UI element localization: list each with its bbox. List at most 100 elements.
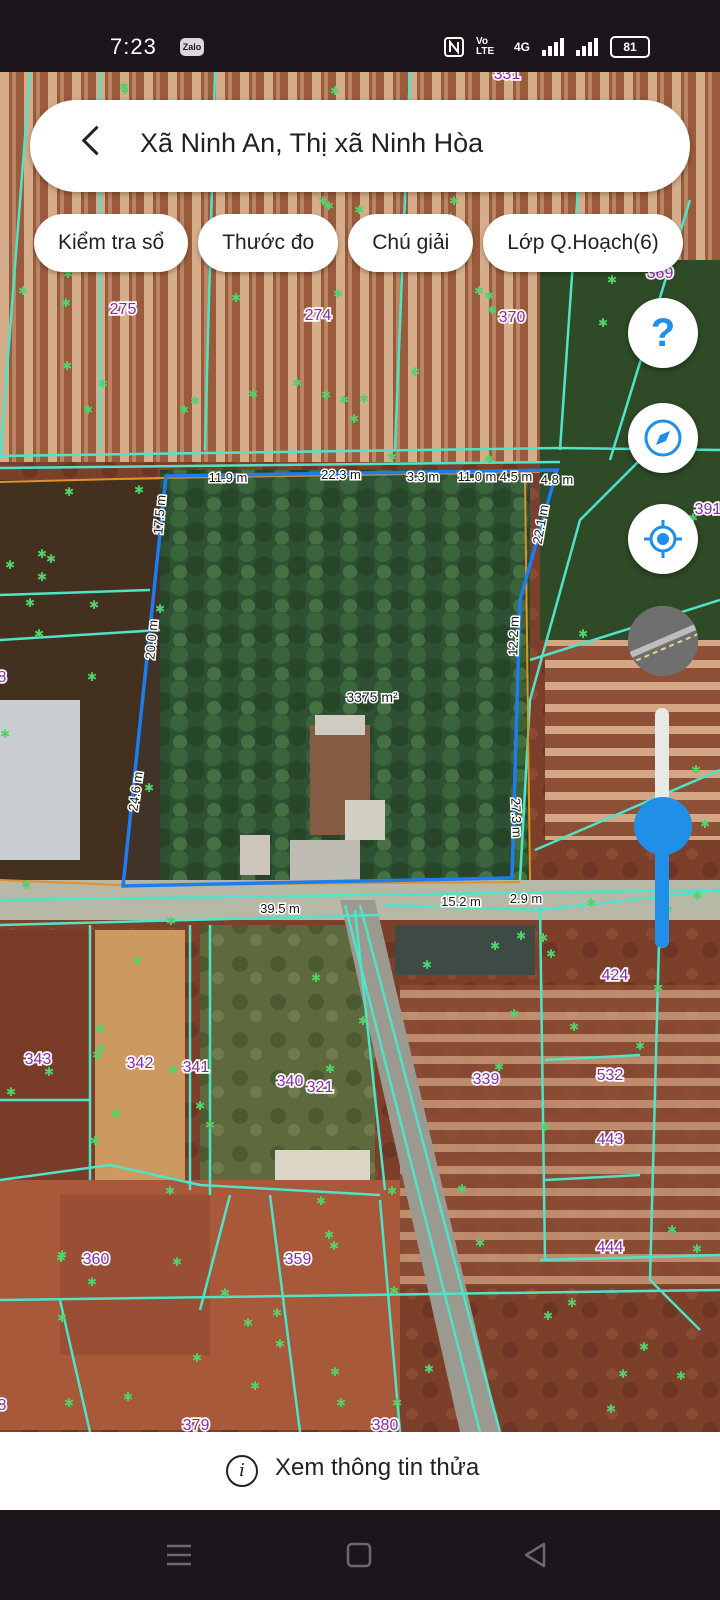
parcel-number[interactable]: 331 [492, 72, 522, 85]
status-time: 7:23 [110, 34, 157, 59]
parcel-number[interactable]: 443 [595, 1129, 625, 1150]
nfc-icon [443, 37, 464, 57]
zoom-slider-handle[interactable] [634, 796, 692, 855]
plant-marker: ✱ [389, 1284, 399, 1298]
plant-marker: ✱ [474, 284, 484, 298]
plant-marker: ✱ [324, 1228, 334, 1242]
parcel-number[interactable]: 8 [0, 1395, 8, 1416]
plant-marker: ✱ [134, 483, 144, 497]
plant-marker: ✱ [6, 1085, 16, 1099]
plant-marker: ✱ [21, 878, 31, 892]
parcel-number[interactable]: 424 [600, 965, 630, 986]
parcel-number[interactable]: 379 [181, 1415, 211, 1432]
plant-marker: ✱ [132, 954, 142, 968]
status-bar: 7:23 Zalo Vo LTE 4G 81 [0, 0, 720, 72]
menu-icon[interactable] [166, 1542, 192, 1568]
map-canvas[interactable]: ✱ ✱ ✱ ✱ ✱ ✱ ✱ ✱ ✱ ✱ ✱ ✱ ✱ ✱ ✱ ✱ ✱ ✱ ✱ ✱ ✱ ✱ ✱ ✱ ✱ ✱ ✱ ✱ ✱ ✱ ✱ ✱ ✱ ✱ ✱ ✱ ✱ ✱ ✱ ✱… [0, 72, 720, 1432]
parcel-number[interactable]: 339 [471, 1069, 501, 1090]
parcel-number[interactable]: 370 [497, 307, 527, 328]
help-button[interactable]: ? [628, 298, 698, 368]
parcel-number[interactable]: 359 [283, 1249, 313, 1270]
plant-marker: ✱ [639, 1340, 649, 1354]
locate-button[interactable] [628, 504, 698, 574]
parcel-number[interactable]: 274 [303, 305, 333, 326]
plant-marker: ✱ [692, 1242, 702, 1256]
selected-parcel-boundary[interactable] [121, 468, 560, 888]
parcel-number[interactable]: 342 [125, 1053, 155, 1074]
parcel-number[interactable]: 8 [0, 667, 8, 688]
parcel-number[interactable]: 321 [305, 1077, 335, 1098]
plant-marker: ✱ [166, 914, 176, 928]
back-icon[interactable] [81, 125, 112, 156]
edge-length-label: 11.9 m [209, 470, 248, 485]
toolbar-chips: Kiểm tra sổ Thước đo Chú giải Lớp Q.Hoạc… [34, 214, 683, 272]
system-nav-bar [0, 1510, 720, 1600]
plant-marker: ✱ [424, 1362, 434, 1376]
plant-marker: ✱ [111, 1107, 121, 1121]
back-nav-icon[interactable] [522, 1542, 548, 1568]
plant-marker: ✱ [61, 296, 71, 310]
signal-icon-2 [576, 38, 598, 56]
plant-marker: ✱ [700, 817, 710, 831]
parcel-number[interactable]: 343 [23, 1049, 53, 1070]
plant-marker: ✱ [155, 602, 165, 616]
zalo-icon: Zalo [180, 38, 204, 56]
chip-legend[interactable]: Chú giải [348, 214, 474, 272]
parcel-area-label: 3375 m² [346, 689, 398, 705]
plant-marker: ✱ [64, 485, 74, 499]
plant-marker: ✱ [567, 1296, 577, 1310]
plant-marker: ✱ [248, 387, 258, 401]
plant-marker: ✱ [546, 947, 556, 961]
status-right: Vo LTE 4G 81 [443, 36, 650, 58]
parcel-number[interactable]: 275 [108, 299, 138, 320]
plant-marker: ✱ [57, 1311, 67, 1325]
plant-marker: ✱ [586, 896, 596, 910]
parcel-info-bar[interactable]: i Xem thông tin thửa [0, 1432, 720, 1510]
plant-marker: ✱ [316, 1194, 326, 1208]
plant-marker: ✱ [330, 84, 340, 98]
plant-marker: ✱ [192, 1351, 202, 1365]
plant-marker: ✱ [95, 1022, 105, 1036]
network-type: 4G [513, 40, 530, 54]
locate-icon [644, 520, 682, 558]
plant-marker: ✱ [37, 570, 47, 584]
plant-marker: ✱ [190, 394, 200, 408]
plant-marker: ✱ [120, 83, 130, 97]
chip-ruler[interactable]: Thước đo [198, 214, 339, 272]
plant-marker: ✱ [336, 1396, 346, 1410]
plant-marker: ✱ [667, 1223, 677, 1237]
plant-marker: ✱ [333, 287, 343, 301]
plant-marker: ✱ [46, 552, 56, 566]
chip-planning-layer[interactable]: Lớp Q.Hoạch(6) [483, 214, 683, 272]
plant-marker: ✱ [449, 194, 459, 208]
plant-marker: ✱ [578, 627, 588, 641]
plant-marker: ✱ [484, 289, 494, 303]
home-icon[interactable] [346, 1542, 372, 1568]
plant-marker: ✱ [123, 1390, 133, 1404]
parcel-number[interactable]: 341 [181, 1057, 211, 1078]
plant-marker: ✱ [96, 1042, 106, 1056]
plant-marker: ✱ [569, 1020, 579, 1034]
location-header[interactable]: Xã Ninh An, Thị xã Ninh Hòa [30, 100, 690, 192]
map-view[interactable]: ✱ ✱ ✱ ✱ ✱ ✱ ✱ ✱ ✱ ✱ ✱ ✱ ✱ ✱ ✱ ✱ ✱ ✱ ✱ ✱ ✱ ✱ ✱ ✱ ✱ ✱ ✱ ✱ ✱ ✱ ✱ ✱ ✱ ✱ ✱ ✱ ✱ ✱ ✱ ✱… [0, 72, 720, 1432]
parcel-number[interactable]: 360 [81, 1249, 111, 1270]
parcel-number[interactable]: 444 [595, 1237, 625, 1258]
plant-marker: ✱ [195, 1099, 205, 1113]
compass-button[interactable] [628, 403, 698, 473]
chip-check-certificate[interactable]: Kiểm tra sổ [34, 214, 189, 272]
plant-marker: ✱ [516, 929, 526, 943]
parcel-number[interactable]: 532 [595, 1065, 625, 1086]
parcel-number[interactable]: 340 [275, 1071, 305, 1092]
plant-marker: ✱ [359, 392, 369, 406]
plant-marker: ✱ [410, 365, 420, 379]
plant-marker: ✱ [676, 1369, 686, 1383]
parcel-number[interactable]: 391 [693, 499, 720, 520]
base-layer-button[interactable] [628, 606, 698, 676]
plant-marker: ✱ [330, 1365, 340, 1379]
plant-marker: ✱ [653, 981, 663, 995]
plant-marker: ✱ [490, 939, 500, 953]
plant-marker: ✱ [220, 1286, 230, 1300]
plant-marker: ✱ [321, 388, 331, 402]
parcel-number[interactable]: 380 [370, 1415, 400, 1432]
plant-marker: ✱ [98, 377, 108, 391]
